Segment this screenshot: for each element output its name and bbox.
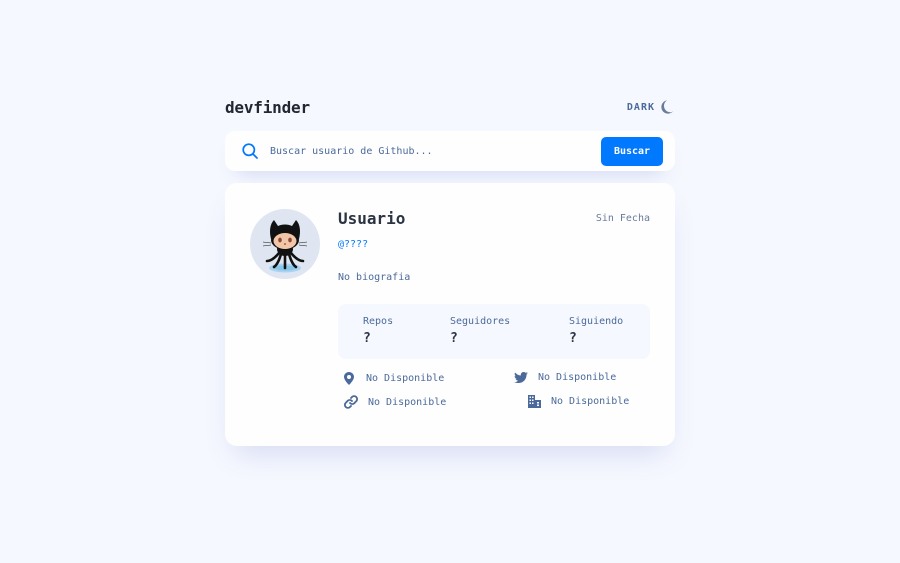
stat-value: ?	[569, 331, 577, 346]
profile-login[interactable]: @????	[338, 239, 368, 250]
stat-repos: Repos ?	[363, 316, 393, 346]
profile-bio: No biografia	[338, 272, 411, 283]
stat-label: Seguidores	[450, 316, 511, 327]
website-text: No Disponible	[368, 396, 447, 408]
stats-panel: Repos ? Seguidores ? Siguiendo ?	[338, 304, 650, 359]
twitter-link[interactable]: No Disponible	[513, 372, 616, 383]
theme-toggle-label: DARK	[626, 101, 655, 113]
join-date: Sin Fecha	[595, 213, 650, 224]
location-text: No Disponible	[366, 373, 445, 384]
company-link: No Disponible	[526, 395, 629, 408]
app-container: devfinder DARK Buscar usuario de Github.…	[225, 95, 675, 446]
profile-card: Usuario Sin Fecha @???? No biografia Rep…	[225, 183, 675, 446]
stat-label: Repos	[363, 316, 394, 327]
stat-label: Siguiendo	[569, 316, 624, 327]
stat-following: Siguiendo ?	[569, 316, 623, 346]
website-link[interactable]: No Disponible	[343, 395, 446, 409]
stat-followers: Seguidores ?	[450, 316, 510, 346]
octocat-icon	[262, 220, 308, 273]
search-input[interactable]	[270, 141, 590, 161]
search-button[interactable]: Buscar	[601, 137, 663, 166]
moon-icon	[661, 100, 675, 114]
stat-value: ?	[450, 331, 458, 346]
app-logo: devfinder	[225, 97, 310, 117]
theme-toggle[interactable]: DARK	[627, 100, 675, 114]
twitter-text: No Disponible	[538, 372, 617, 383]
avatar	[250, 209, 320, 279]
building-icon	[526, 395, 542, 408]
link-icon	[343, 395, 359, 409]
location-link: No Disponible	[341, 372, 444, 385]
twitter-icon	[513, 372, 529, 383]
profile-name: Usuario	[338, 209, 406, 228]
search-icon	[242, 143, 258, 159]
company-text: No Disponible	[551, 396, 630, 407]
location-pin-icon	[341, 372, 357, 385]
header: devfinder DARK	[225, 95, 675, 119]
stat-value: ?	[363, 331, 371, 346]
search-bar: Buscar	[225, 131, 675, 171]
